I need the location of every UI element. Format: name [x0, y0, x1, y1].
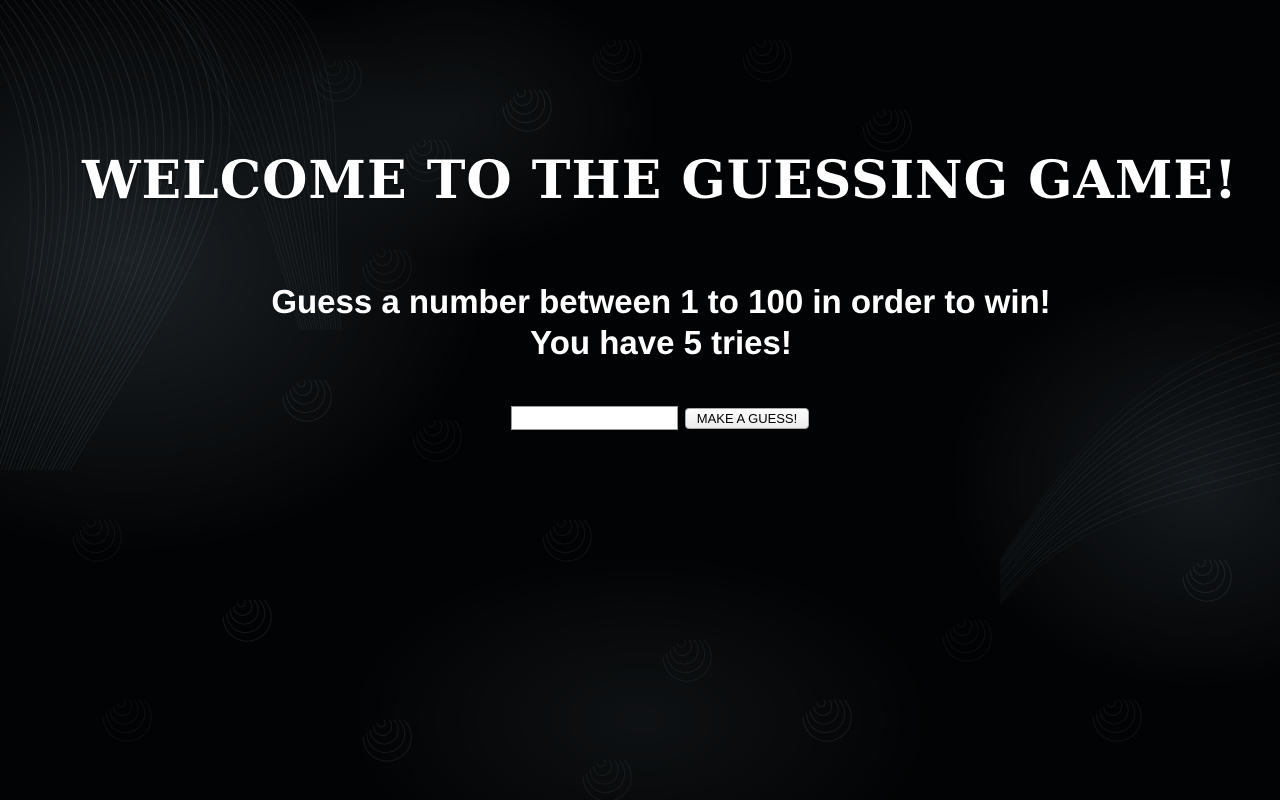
instructions: Guess a number between 1 to 100 in order… [0, 281, 1280, 363]
fractal-swirl-background [0, 0, 1280, 800]
instructions-line-range: Guess a number between 1 to 100 in order… [271, 283, 1051, 320]
page-title: WELCOME TO THE GUESSING GAME! [82, 150, 1238, 211]
guess-input[interactable] [511, 406, 678, 430]
make-guess-button[interactable]: MAKE A GUESS! [685, 408, 809, 429]
instructions-line-tries: You have 5 tries! [530, 324, 792, 361]
guess-form: MAKE A GUESS! [511, 406, 831, 432]
game-page: WELCOME TO THE GUESSING GAME! Guess a nu… [0, 0, 1280, 800]
